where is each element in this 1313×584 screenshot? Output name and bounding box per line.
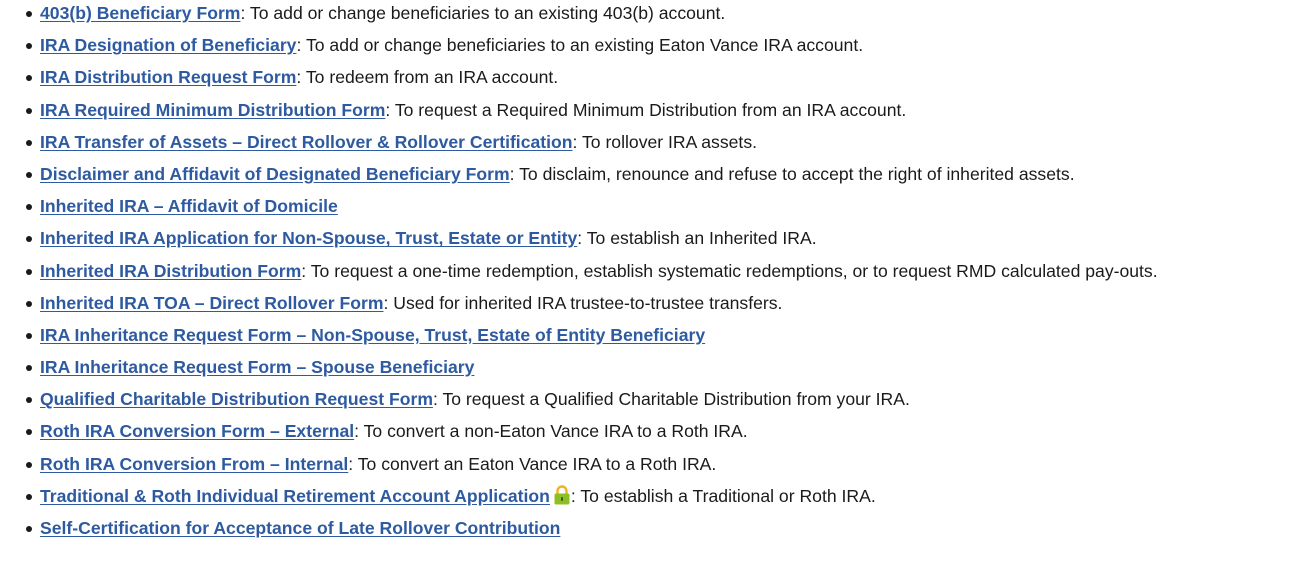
bullet-icon [26,139,32,146]
form-description: To establish an Inherited IRA. [586,228,817,249]
bullet-icon [26,461,32,468]
form-link[interactable]: Traditional & Roth Individual Retirement… [40,486,550,506]
form-description: To convert a non-Eaton Vance IRA to a Ro… [363,421,748,442]
bullet-icon [26,300,32,307]
form-description: To add or change beneficiaries to an exi… [249,3,726,23]
list-item: IRA Required Minimum Distribution Form: … [26,97,1311,124]
form-link[interactable]: Roth IRA Conversion Form – External [40,421,354,441]
form-link[interactable]: Inherited IRA Distribution Form [40,261,301,281]
list-item: IRA Inheritance Request Form – Spouse Be… [26,354,1311,381]
separator: : [570,485,581,506]
list-item: Disclaimer and Affidavit of Designated B… [26,161,1311,188]
bullet-icon [26,43,32,50]
list-item: IRA Transfer of Assets – Direct Rollover… [26,129,1311,156]
form-link[interactable]: Self-Certification for Acceptance of Lat… [40,518,560,538]
form-link[interactable]: IRA Required Minimum Distribution Form [40,100,385,120]
list-item: Roth IRA Conversion Form – External: To … [26,418,1311,445]
forms-list: 403(b) Beneficiary Form: To add or chang… [0,0,1311,542]
list-item: Self-Certification for Acceptance of Lat… [26,515,1311,542]
bullet-icon [26,11,32,17]
separator: : [577,228,587,249]
bullet-icon [26,268,32,275]
form-description: To request a Qualified Charitable Distri… [442,389,910,410]
bullet-icon [26,493,32,500]
separator: : [509,163,520,184]
bullet-icon [26,397,32,404]
padlock-icon[interactable] [553,485,571,505]
form-link[interactable]: 403(b) Beneficiary Form [40,3,240,23]
list-item: Inherited IRA TOA – Direct Rollover Form… [26,290,1311,317]
separator: : [572,131,582,152]
bullet-icon [26,332,32,339]
form-link[interactable]: Inherited IRA – Affidavit of Domicile [40,196,338,216]
separator: : [348,453,358,474]
list-item: IRA Distribution Request Form: To redeem… [26,64,1311,91]
form-link[interactable]: IRA Designation of Beneficiary [40,35,296,55]
form-description: To convert an Eaton Vance IRA to a Roth … [357,453,717,474]
form-link[interactable]: IRA Transfer of Assets – Direct Rollover… [40,132,573,152]
bullet-icon [26,204,32,211]
list-item: Inherited IRA – Affidavit of Domicile [26,193,1311,220]
form-description: To request a Required Minimum Distributi… [394,99,907,120]
bullet-icon [26,365,32,372]
separator: : [354,421,364,442]
separator: : [296,67,306,88]
bullet-icon [26,429,32,436]
list-item: Roth IRA Conversion From – Internal: To … [26,451,1311,478]
bullet-icon [26,171,32,178]
bullet-icon [26,107,32,114]
form-description: To request a one-time redemption, establ… [310,260,1158,281]
form-link[interactable]: IRA Inheritance Request Form – Spouse Be… [40,357,474,377]
form-link[interactable]: Qualified Charitable Distribution Reques… [40,389,433,409]
form-description: To redeem from an IRA account. [305,67,559,88]
list-item: Traditional & Roth Individual Retirement… [26,483,1311,510]
form-link[interactable]: Roth IRA Conversion From – Internal [40,454,348,474]
separator: : [383,292,394,313]
list-item: 403(b) Beneficiary Form: To add or chang… [26,0,1311,27]
form-description: To disclaim, renounce and refuse to acce… [519,163,1075,184]
form-description: To rollover IRA assets. [581,131,758,152]
bullet-icon [26,526,32,532]
separator: : [240,3,250,23]
separator: : [301,260,311,281]
form-link[interactable]: Disclaimer and Affidavit of Designated B… [40,164,510,184]
bullet-icon [26,75,32,82]
list-item: Inherited IRA Distribution Form: To requ… [26,258,1311,285]
form-link[interactable]: IRA Distribution Request Form [40,67,296,87]
list-item: Inherited IRA Application for Non-Spouse… [26,225,1311,252]
bullet-icon [26,236,32,243]
list-item: IRA Designation of Beneficiary: To add o… [26,32,1311,59]
separator: : [385,99,395,120]
form-link[interactable]: Inherited IRA TOA – Direct Rollover Form [40,293,383,313]
list-item: IRA Inheritance Request Form – Non-Spous… [26,322,1311,349]
separator: : [296,35,306,56]
form-link[interactable]: IRA Inheritance Request Form – Non-Spous… [40,325,705,345]
list-item: Qualified Charitable Distribution Reques… [26,386,1311,413]
form-link[interactable]: Inherited IRA Application for Non-Spouse… [40,228,577,248]
form-description: To establish a Traditional or Roth IRA. [580,485,876,506]
form-description: To add or change beneficiaries to an exi… [305,35,864,56]
form-description: Used for inherited IRA trustee-to-truste… [393,292,783,313]
